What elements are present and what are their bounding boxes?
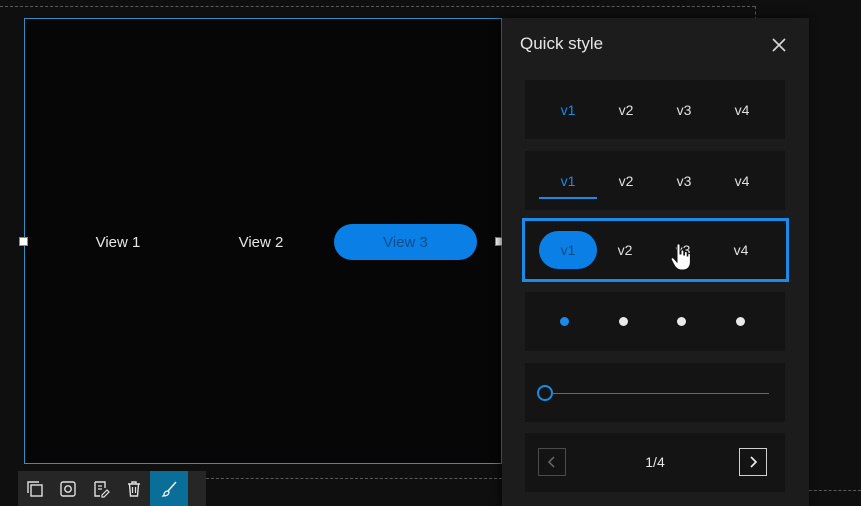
nav-item-view-1[interactable]: View 1 xyxy=(68,224,168,260)
dot-indicator-3 xyxy=(677,317,686,326)
dot-indicator-4 xyxy=(736,317,745,326)
guide-line-bottom-right xyxy=(809,490,861,491)
style-option-slider[interactable] xyxy=(525,363,785,422)
active-tab-underline xyxy=(539,197,597,199)
tab-v4: v4 xyxy=(733,242,749,258)
style-option-pagination[interactable]: 1/4 xyxy=(525,433,785,492)
close-icon[interactable] xyxy=(766,32,792,58)
chevron-left-icon xyxy=(538,448,566,476)
tab-v2: v2 xyxy=(618,101,634,118)
element-toolbar xyxy=(18,471,206,506)
page-indicator: 1/4 xyxy=(645,454,665,470)
dot-indicator-2 xyxy=(619,317,628,326)
tab-v4: v4 xyxy=(734,172,750,189)
brush-icon[interactable] xyxy=(150,471,188,506)
tab-v1-pill: v1 xyxy=(539,231,597,269)
tab-v1: v1 xyxy=(560,101,576,118)
tab-v2: v2 xyxy=(618,172,634,189)
guide-line-bottom xyxy=(206,478,502,479)
duplicate-icon[interactable] xyxy=(18,471,51,506)
tab-v4: v4 xyxy=(734,101,750,118)
quick-style-panel: Quick style v1 v2 v3 v4 v1 v2 v3 v4 v1 v… xyxy=(502,18,809,506)
delete-icon[interactable] xyxy=(117,471,150,506)
nav-item-view-2[interactable]: View 2 xyxy=(211,224,311,260)
guide-line-top xyxy=(0,6,755,7)
tab-v3: v3 xyxy=(676,172,692,189)
style-option-dots[interactable] xyxy=(525,292,785,351)
tab-v2: v2 xyxy=(617,242,633,258)
tab-v3: v3 xyxy=(676,101,692,118)
nav-item-view-3[interactable]: View 3 xyxy=(334,224,477,260)
style-option-text-tabs[interactable]: v1 v2 v3 v4 xyxy=(525,80,785,139)
chevron-right-icon xyxy=(739,448,767,476)
style-option-pill-tabs[interactable]: v1 v2 v3 v4 xyxy=(522,218,789,282)
panel-title: Quick style xyxy=(520,34,604,53)
style-option-underline-tabs[interactable]: v1 v2 v3 v4 xyxy=(525,151,785,210)
resize-handle-left[interactable] xyxy=(19,237,28,246)
slider-track xyxy=(553,393,769,394)
hand-pointer-icon xyxy=(670,243,692,276)
dot-indicator-1 xyxy=(560,317,569,326)
tab-v1: v1 xyxy=(560,172,576,189)
settings-icon[interactable] xyxy=(51,471,84,506)
edit-icon[interactable] xyxy=(84,471,117,506)
slider-thumb xyxy=(537,385,553,401)
